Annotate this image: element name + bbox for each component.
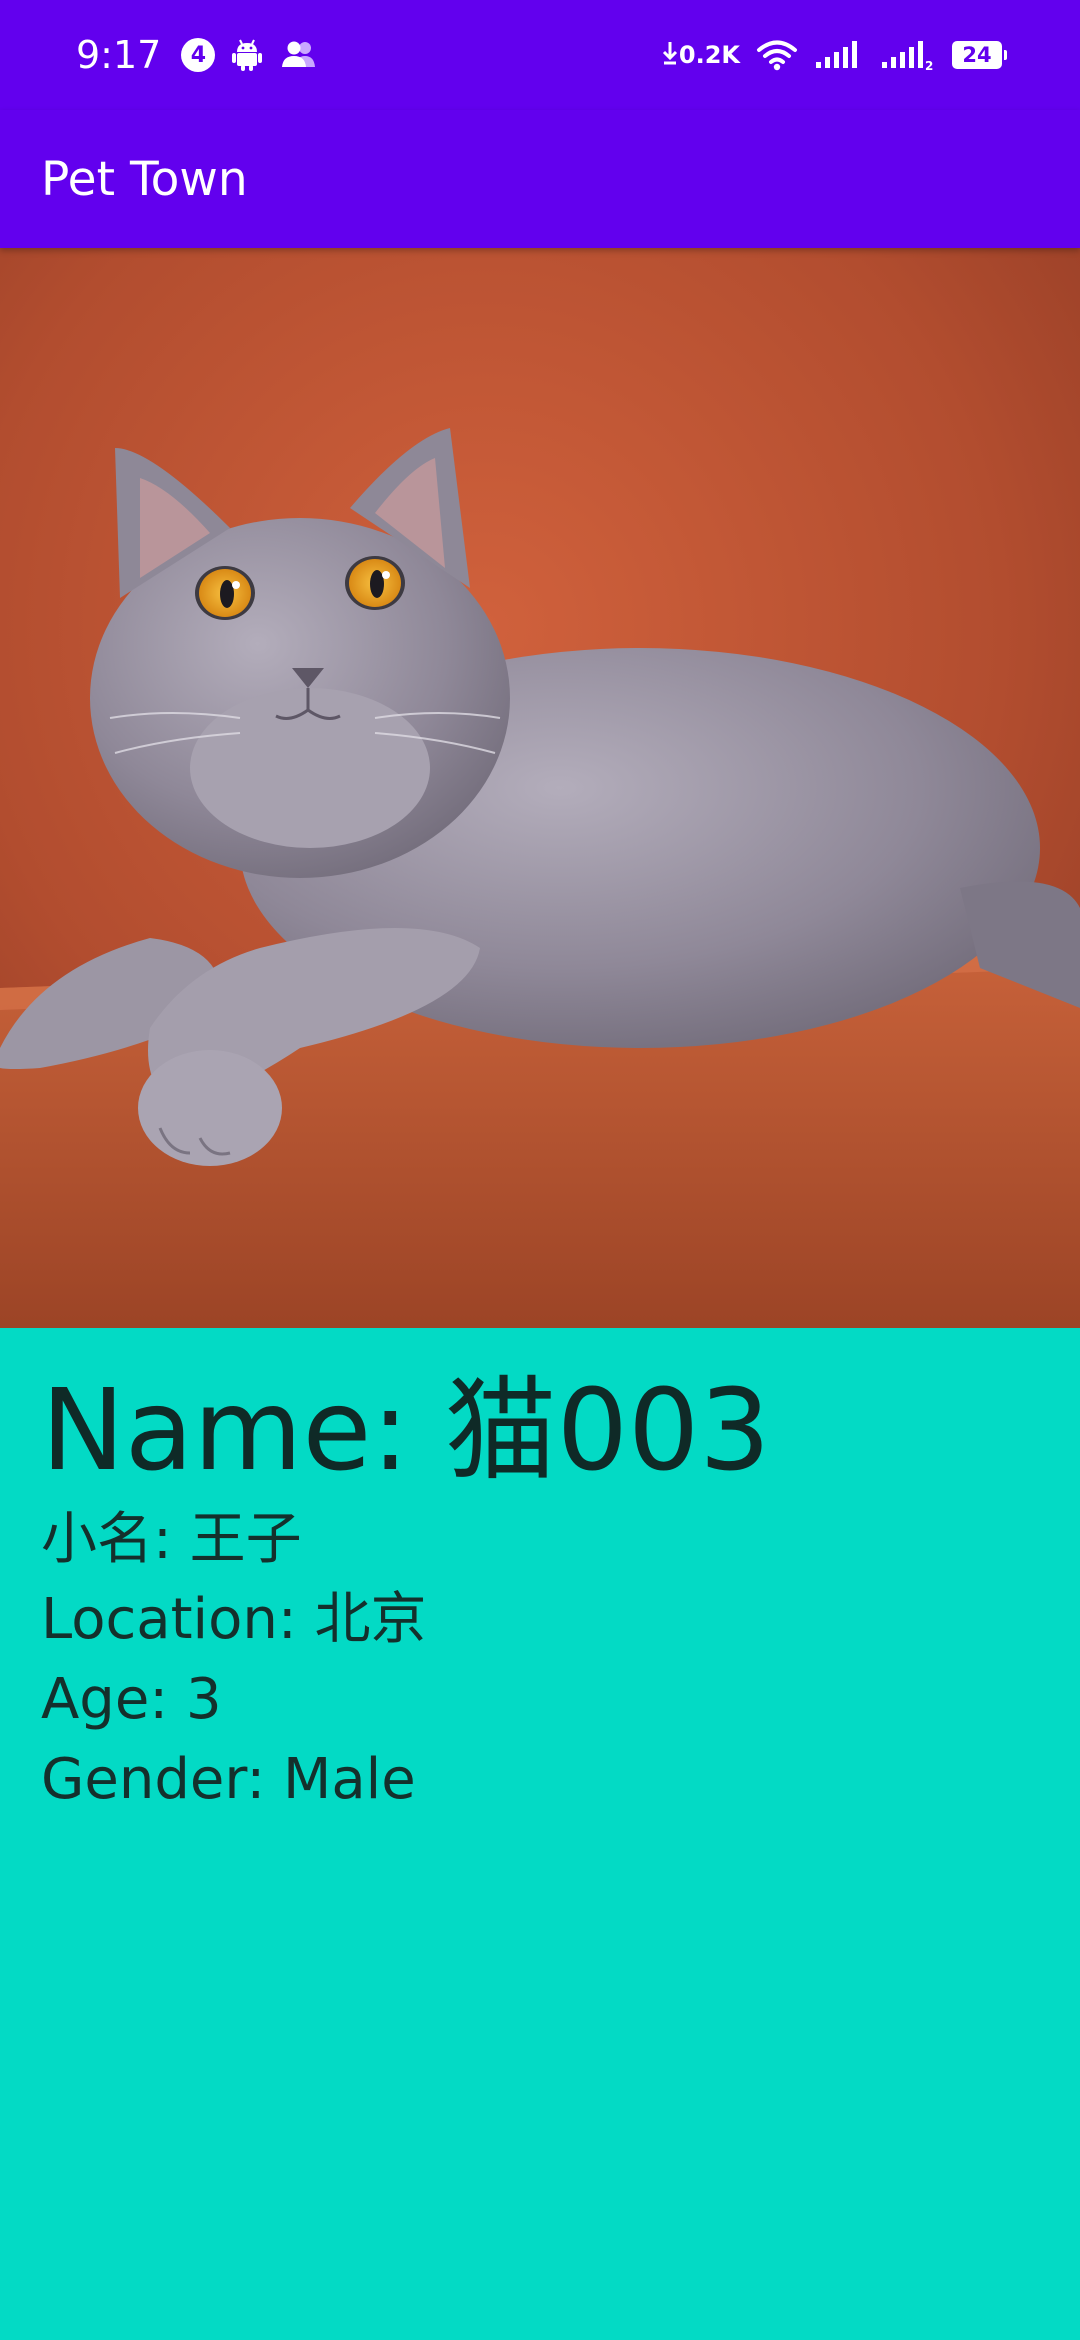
users-icon [279,37,321,73]
pet-name-label: Name: [41,1366,445,1496]
pet-age-value: 3 [185,1667,222,1732]
pet-gender: Gender: Male [41,1740,771,1820]
battery-level: 24 [962,43,992,67]
network-speed-value: 0.2K [678,41,740,69]
android-icon [229,37,265,73]
battery-icon: 24 [952,41,1007,69]
pet-name: Name: 猫003 [41,1362,771,1500]
status-bar: 9:17 4 0.2K 2 24 [0,0,1080,110]
pet-location: Location: 北京 [41,1580,771,1660]
app-title: Pet Town [41,152,248,207]
status-time: 9:17 [76,33,162,77]
sim-2-label: 2 [925,59,933,72]
pet-gender-label: Gender: [41,1747,284,1812]
pet-name-value: 猫003 [444,1366,771,1496]
network-speed: 0.2K [661,37,740,73]
pet-details: Name: 猫003 小名: 王子 Location: 北京 Age: 3 Ge… [41,1362,771,1820]
status-left-group: 9:17 4 [76,28,321,82]
pet-location-label: Location: [41,1587,315,1652]
pet-nickname-label: 小名: [41,1507,190,1572]
download-arrow-icon [661,37,679,73]
pet-nickname: 小名: 王子 [41,1500,771,1580]
cat-photo-icon [0,248,1080,1328]
pet-age-label: Age: [41,1667,186,1732]
pet-photo [0,248,1080,1328]
app-bar: Pet Town [0,110,1080,248]
wifi-icon [756,38,798,72]
pet-nickname-value: 王子 [189,1507,302,1572]
cell-signal-2-icon: 2 [880,38,936,72]
pet-age: Age: 3 [41,1660,771,1740]
pet-location-value: 北京 [314,1587,427,1652]
status-right-group: 0.2K 2 24 [661,28,1007,82]
cell-signal-1-icon [814,38,864,72]
notification-count-badge: 4 [181,38,216,72]
pet-gender-value: Male [283,1747,416,1812]
